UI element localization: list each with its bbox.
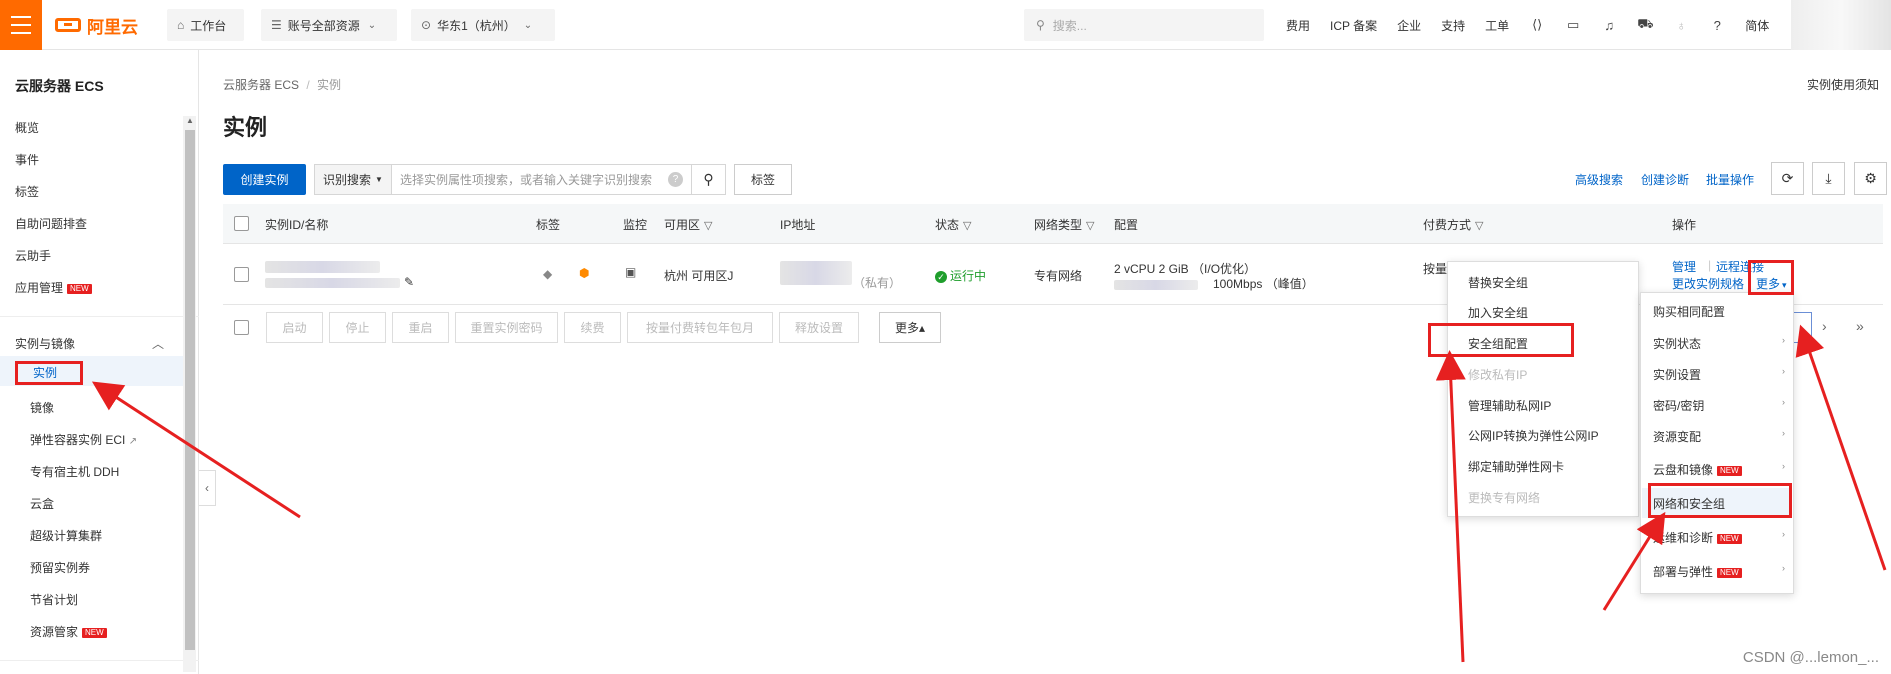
arrow-to-instances <box>91 381 301 519</box>
arrow-to-security-config <box>1435 350 1466 663</box>
arrow-to-network-security <box>1602 511 1666 611</box>
csdn-watermark: CSDN @...lemon_... <box>1742 649 1879 666</box>
arrow-to-more <box>1795 324 1887 571</box>
annotation-arrows <box>91 324 1887 663</box>
